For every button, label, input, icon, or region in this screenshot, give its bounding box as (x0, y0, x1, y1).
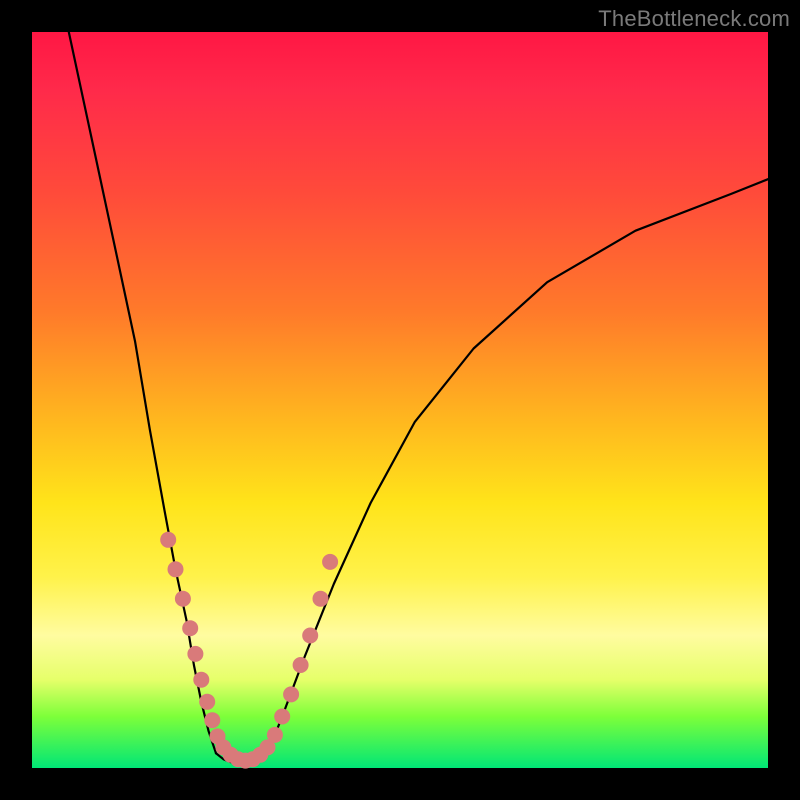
data-point-marker (313, 591, 329, 607)
plot-area (32, 32, 768, 768)
curve-right-branch (268, 179, 769, 753)
data-point-marker (302, 628, 318, 644)
marker-group (160, 532, 338, 769)
data-point-marker (187, 646, 203, 662)
data-point-marker (283, 686, 299, 702)
data-point-marker (274, 709, 290, 725)
data-point-marker (175, 591, 191, 607)
data-point-marker (199, 694, 215, 710)
data-point-marker (267, 727, 283, 743)
curve-group (69, 32, 768, 764)
chart-svg (32, 32, 768, 768)
data-point-marker (293, 657, 309, 673)
data-point-marker (204, 712, 220, 728)
data-point-marker (193, 672, 209, 688)
data-point-marker (182, 620, 198, 636)
curve-left-branch (69, 32, 216, 753)
data-point-marker (322, 554, 338, 570)
watermark-text: TheBottleneck.com (598, 6, 790, 32)
data-point-marker (160, 532, 176, 548)
chart-frame: TheBottleneck.com (0, 0, 800, 800)
data-point-marker (168, 561, 184, 577)
